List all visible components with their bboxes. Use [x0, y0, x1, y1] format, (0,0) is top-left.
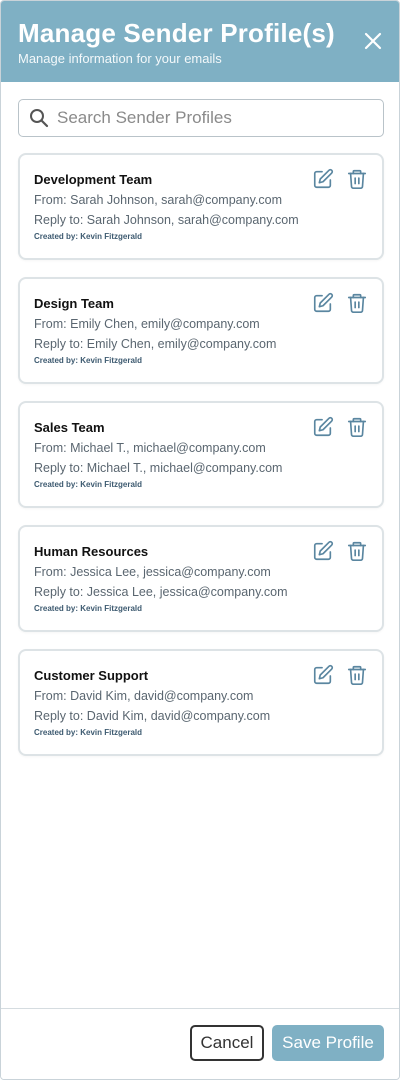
- edit-profile-button[interactable]: [312, 168, 334, 190]
- profile-created-by: Created by: Kevin Fitzgerald: [34, 232, 143, 241]
- edit-profile-button[interactable]: [312, 416, 334, 438]
- profile-reply-to: Reply to: Emily Chen, emily@company.com: [34, 337, 277, 351]
- edit-profile-button[interactable]: [312, 292, 334, 314]
- sender-profile-card: Customer Support From: David Kim, david@…: [18, 649, 384, 756]
- profile-reply-to: Reply to: Sarah Johnson, sarah@company.c…: [34, 213, 299, 227]
- dialog-title: Manage Sender Profile(s): [18, 18, 335, 48]
- trash-icon: [347, 541, 367, 561]
- profile-reply-to: Reply to: Michael T., michael@company.co…: [34, 461, 283, 475]
- manage-sender-profiles-dialog: Manage Sender Profile(s) Manage informat…: [0, 0, 400, 1080]
- delete-profile-button[interactable]: [346, 168, 368, 190]
- close-icon: [364, 32, 382, 50]
- edit-icon: [313, 664, 334, 685]
- profile-actions: [312, 540, 368, 562]
- sender-profile-list: Development Team From: Sarah Johnson, sa…: [18, 153, 384, 773]
- profile-from: From: Jessica Lee, jessica@company.com: [34, 565, 271, 579]
- dialog-subtitle: Manage information for your emails: [18, 51, 222, 66]
- profile-actions: [312, 168, 368, 190]
- profile-from: From: Sarah Johnson, sarah@company.com: [34, 193, 282, 207]
- delete-profile-button[interactable]: [346, 540, 368, 562]
- sender-profile-card: Human Resources From: Jessica Lee, jessi…: [18, 525, 384, 632]
- profile-reply-to: Reply to: Jessica Lee, jessica@company.c…: [34, 585, 288, 599]
- profile-reply-to: Reply to: David Kim, david@company.com: [34, 709, 271, 723]
- sender-profile-card: Design Team From: Emily Chen, emily@comp…: [18, 277, 384, 384]
- edit-profile-button[interactable]: [312, 540, 334, 562]
- delete-profile-button[interactable]: [346, 416, 368, 438]
- save-profile-button[interactable]: Save Profile: [272, 1025, 384, 1061]
- sender-profile-card: Sales Team From: Michael T., michael@com…: [18, 401, 384, 508]
- close-button[interactable]: [363, 31, 383, 51]
- delete-profile-button[interactable]: [346, 292, 368, 314]
- profile-actions: [312, 292, 368, 314]
- delete-profile-button[interactable]: [346, 664, 368, 686]
- trash-icon: [347, 417, 367, 437]
- profile-from: From: Emily Chen, emily@company.com: [34, 317, 260, 331]
- profile-actions: [312, 416, 368, 438]
- edit-icon: [313, 292, 334, 313]
- dialog-header: Manage Sender Profile(s) Manage informat…: [1, 1, 399, 82]
- cancel-button[interactable]: Cancel: [190, 1025, 264, 1061]
- profile-from: From: David Kim, david@company.com: [34, 689, 254, 703]
- trash-icon: [347, 293, 367, 313]
- profile-created-by: Created by: Kevin Fitzgerald: [34, 480, 143, 489]
- profile-created-by: Created by: Kevin Fitzgerald: [34, 604, 143, 613]
- edit-icon: [313, 416, 334, 437]
- search-icon: [30, 109, 49, 128]
- edit-profile-button[interactable]: [312, 664, 334, 686]
- dialog-footer: Cancel Save Profile: [1, 1008, 399, 1079]
- trash-icon: [347, 169, 367, 189]
- search-input[interactable]: [57, 108, 357, 128]
- sender-profile-card: Development Team From: Sarah Johnson, sa…: [18, 153, 384, 260]
- profile-created-by: Created by: Kevin Fitzgerald: [34, 728, 143, 737]
- profile-created-by: Created by: Kevin Fitzgerald: [34, 356, 143, 365]
- profile-actions: [312, 664, 368, 686]
- search-box: [18, 99, 384, 137]
- trash-icon: [347, 665, 367, 685]
- profile-from: From: Michael T., michael@company.com: [34, 441, 266, 455]
- edit-icon: [313, 540, 334, 561]
- edit-icon: [313, 168, 334, 189]
